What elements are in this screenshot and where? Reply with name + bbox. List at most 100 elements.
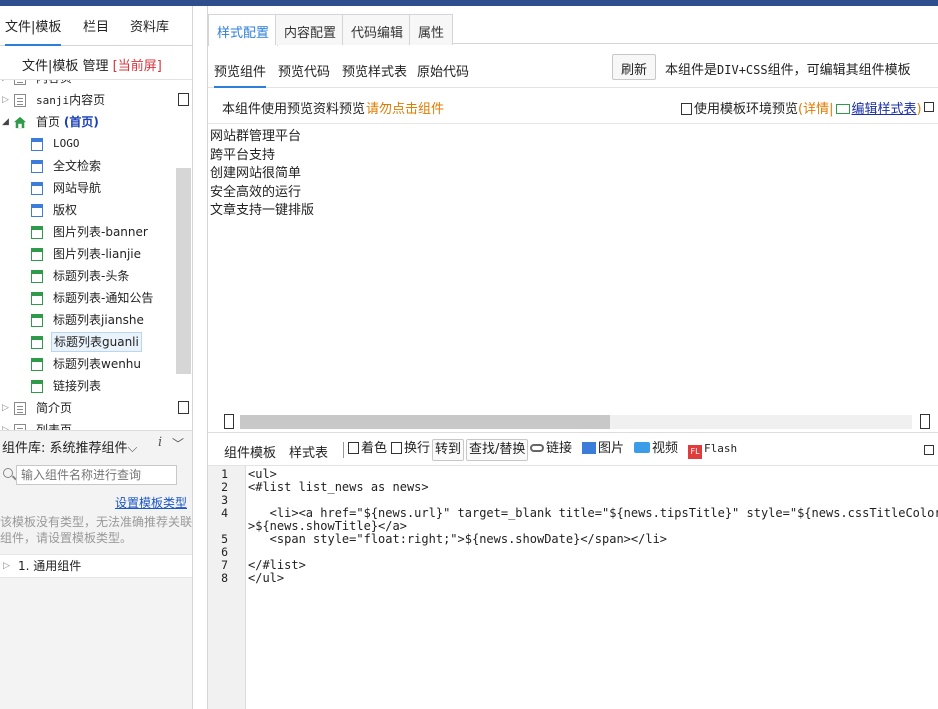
- color-label: 着色: [361, 441, 388, 456]
- component-icon: [31, 204, 43, 217]
- code-toolbar: 组件模板 样式表 着色 换行 转到 查找/替换 链接 图片 视频 FL Flash: [208, 432, 938, 468]
- search-input[interactable]: [16, 465, 177, 485]
- video-label: 视频: [652, 441, 679, 456]
- tree-item-title-list-guanli[interactable]: 标题列表guanli: [0, 331, 176, 353]
- component-description: 本组件是DIV+CSS组件，可编辑其组件模板: [665, 59, 911, 78]
- flash-icon: FL: [688, 445, 702, 459]
- subtab-preview-code[interactable]: 预览代码: [278, 61, 330, 80]
- scroll-thumb[interactable]: [240, 415, 610, 429]
- file-tree: ▷ 内容页 ▷ sanji内容页 ◢ 首页 (首页) LOGO 全文检索 网站导…: [0, 80, 192, 430]
- chevron-down-icon[interactable]: ﹀: [172, 435, 184, 452]
- code-line[interactable]: <#list list_news as news>: [248, 481, 429, 494]
- checkbox[interactable]: [348, 442, 359, 454]
- tree-item-content-page[interactable]: ▷ 内容页: [0, 80, 176, 89]
- tree-item-title-list-headline[interactable]: 标题列表-头条: [0, 265, 176, 287]
- template-env-preview-option: 使用模板环境预览(详情| 编辑样式表): [681, 98, 922, 117]
- tree-item-logo[interactable]: LOGO: [0, 133, 176, 155]
- tab-library[interactable]: 资料库: [130, 16, 169, 35]
- scroll-left-button[interactable]: [224, 414, 234, 429]
- checkbox[interactable]: [178, 93, 189, 106]
- category-label: 1. 通用组件: [18, 559, 82, 573]
- link-icon: [530, 444, 544, 452]
- tree-item-label: 标题列表jianshe: [53, 313, 144, 327]
- preview-list-item: 文章支持一键排版: [210, 203, 315, 218]
- hint-line: 该模板没有类型，无法准确推荐关联: [0, 515, 193, 529]
- dropdown-chevron-icon[interactable]: ⌵: [128, 441, 138, 456]
- code-tab-template[interactable]: 组件模板: [224, 442, 277, 468]
- find-replace-button[interactable]: 查找/替换: [466, 439, 529, 461]
- tree-item-title-list-jianshe[interactable]: 标题列表jianshe: [0, 309, 176, 331]
- component-icon: [31, 292, 43, 305]
- tab-properties[interactable]: 属性: [409, 14, 454, 45]
- checkbox[interactable]: [391, 442, 402, 454]
- tree-item-link-list[interactable]: 链接列表: [0, 375, 176, 397]
- desc-type: DIV+CSS: [717, 63, 768, 77]
- detail-link[interactable]: 详情: [803, 102, 829, 117]
- tab-columns[interactable]: 栏目: [83, 16, 109, 35]
- subtab-raw-code[interactable]: 原始代码: [417, 61, 469, 80]
- refresh-button[interactable]: 刷新: [612, 54, 657, 80]
- component-icon: [31, 182, 43, 195]
- subtab-preview-stylesheet[interactable]: 预览样式表: [342, 61, 407, 80]
- tree-scrollbar[interactable]: [176, 168, 191, 374]
- expand-arrow-icon[interactable]: ▷: [2, 80, 9, 89]
- component-preview: 网站群管理平台 跨平台支持 创建网站很简单 安全高效的运行 文章支持一键排版: [210, 128, 610, 221]
- checkbox[interactable]: [681, 103, 692, 115]
- video-button[interactable]: 视频: [634, 439, 678, 461]
- line-number: 8: [221, 571, 228, 585]
- tree-item-copyright[interactable]: 版权: [0, 199, 176, 221]
- category-general-components[interactable]: ▷ 1. 通用组件: [0, 554, 192, 578]
- preview-bar: 本组件使用预览资料预览 请勿点击组件 使用模板环境预览(详情| 编辑样式表): [208, 90, 938, 124]
- tree-item-homepage[interactable]: ◢ 首页 (首页): [0, 111, 176, 133]
- panel-toggle-icon[interactable]: [924, 102, 934, 112]
- flash-label: Flash: [704, 442, 738, 455]
- component-search: [0, 460, 192, 490]
- component-library-selector[interactable]: 组件库: 系统推荐组件⌵ i ﹀: [0, 430, 192, 456]
- preview-list-item: 跨平台支持: [210, 147, 276, 163]
- flash-button[interactable]: FL Flash: [688, 439, 737, 461]
- tree-item-title-list-wenhu[interactable]: 标题列表wenhu: [0, 353, 176, 375]
- code-line[interactable]: </ul>: [248, 572, 284, 585]
- subtab-preview-component[interactable]: 预览组件: [214, 61, 267, 88]
- tree-item-intro-page[interactable]: ▷ 简介页: [0, 397, 189, 419]
- tab-code-edit[interactable]: 代码编辑: [342, 14, 413, 45]
- tab-style-config[interactable]: 样式配置: [208, 14, 279, 46]
- expand-arrow-icon[interactable]: ▷: [2, 397, 9, 419]
- component-icon: [31, 380, 43, 393]
- collapse-arrow-icon[interactable]: ◢: [2, 111, 9, 133]
- expand-arrow-icon[interactable]: ▷: [2, 89, 9, 111]
- current-screen-link[interactable]: [当前屏]: [113, 59, 162, 74]
- edit-stylesheet-link[interactable]: 编辑样式表: [852, 102, 917, 117]
- tree-item-title-list-notice[interactable]: 标题列表-通知公告: [0, 287, 176, 309]
- tree-item-fulltext-search[interactable]: 全文检索: [0, 155, 176, 177]
- tree-item-site-nav[interactable]: 网站导航: [0, 177, 176, 199]
- tab-file-template[interactable]: 文件|模板: [5, 16, 62, 46]
- link-button[interactable]: 链接: [530, 439, 572, 461]
- tree-item-sanji-content-page[interactable]: ▷ sanji内容页: [0, 89, 189, 111]
- goto-button[interactable]: 转到: [432, 439, 465, 461]
- wrap-toggle[interactable]: 换行: [391, 439, 430, 461]
- tree-item-image-list-banner[interactable]: 图片列表-banner: [0, 221, 176, 243]
- info-icon[interactable]: i: [158, 435, 162, 450]
- tree-item-label-rest: 内容页: [69, 93, 106, 107]
- color-toggle[interactable]: 着色: [348, 439, 387, 461]
- tree-item-image-list-lianjie[interactable]: 图片列表-lianjie: [0, 243, 176, 265]
- scroll-right-button[interactable]: [920, 414, 930, 429]
- tree-item-label: 版权: [53, 203, 78, 217]
- expand-arrow-icon[interactable]: ▷: [2, 419, 9, 430]
- tree-item-label: 网站导航: [53, 181, 102, 195]
- panel-toggle-icon[interactable]: [924, 445, 934, 455]
- component-icon: [31, 226, 43, 239]
- manager-label: 文件|模板 管理: [22, 59, 109, 74]
- image-button[interactable]: 图片: [582, 439, 624, 461]
- tab-content-config[interactable]: 内容配置: [275, 14, 346, 45]
- preview-info-text: 本组件使用预览资料预览: [222, 102, 366, 117]
- checkbox[interactable]: [178, 401, 189, 414]
- code-editor[interactable]: 1 <ul> 2 <#list list_news as news> 3 4 <…: [208, 466, 938, 709]
- set-template-type-link[interactable]: 设置模板类型: [115, 494, 187, 511]
- expand-arrow-icon[interactable]: ▷: [3, 555, 10, 577]
- tree-item-list-page[interactable]: ▷ 列表页: [0, 419, 176, 430]
- code-tab-stylesheet[interactable]: 样式表: [289, 442, 328, 461]
- code-line[interactable]: <span style="float:right;">${news.showDa…: [248, 533, 667, 546]
- preview-horizontal-scrollbar[interactable]: [220, 414, 938, 432]
